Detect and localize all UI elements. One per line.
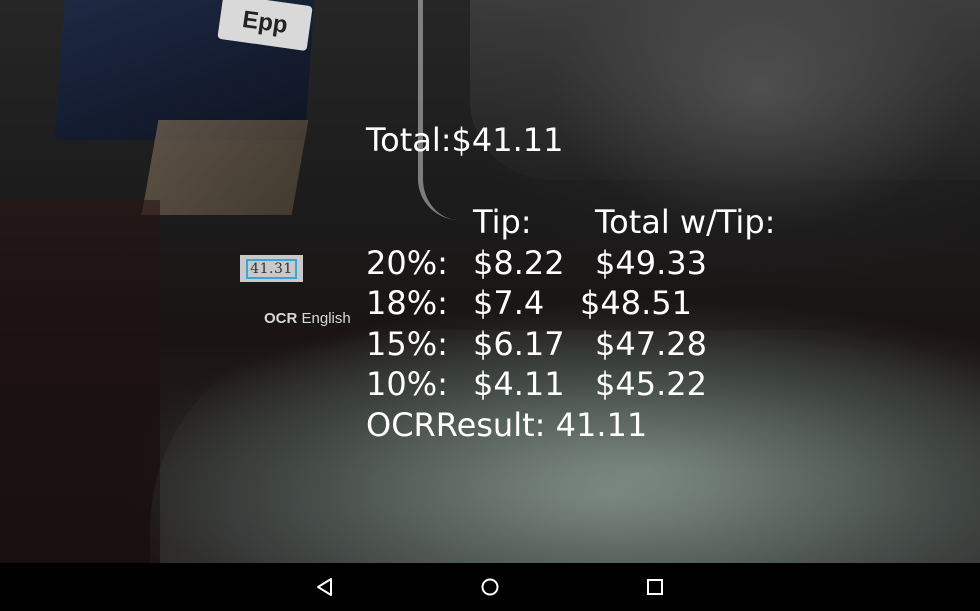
tip-column-header: Tip: — [473, 203, 532, 241]
ocr-result-text: OCRResult: 41.11 — [366, 406, 648, 444]
camera-paper-object — [141, 120, 309, 215]
home-circle-icon — [481, 578, 499, 596]
ocr-thumbnail: 41.31 — [240, 255, 303, 282]
ocr-thumbnail-text: 41.31 — [246, 258, 297, 279]
tip-row-tip: $8.22 — [473, 244, 565, 282]
recents-button[interactable] — [640, 573, 670, 601]
navigation-bar — [0, 563, 980, 611]
tip-row-tip: $4.11 — [473, 365, 565, 403]
tip-row-tip: $7.4 — [473, 284, 545, 322]
back-triangle-icon — [317, 578, 332, 596]
camera-surface-region — [150, 330, 980, 563]
tip-row-total: $49.33 — [595, 244, 707, 282]
tip-row-total: $47.28 — [595, 325, 707, 363]
home-button[interactable] — [475, 573, 505, 601]
tip-row-tip: $6.17 — [473, 325, 565, 363]
tip-row-percent: 15%: — [366, 325, 448, 363]
total-amount: Total:$41.11 — [366, 121, 564, 159]
tip-row-percent: 18%: — [366, 284, 448, 322]
ocr-caption-language: English — [297, 310, 351, 327]
tip-row-total: $48.51 — [580, 284, 692, 322]
app-screen: Epp 41.31 OCR English Total:$41.11 Tip: … — [0, 0, 980, 611]
ocr-caption-label: OCR — [264, 310, 298, 327]
recents-square-icon — [647, 579, 663, 595]
ocr-language-caption: OCR English — [264, 310, 351, 327]
total-with-tip-column-header: Total w/Tip: — [595, 203, 776, 241]
camera-dark-region — [0, 200, 160, 563]
tip-row-percent: 10%: — [366, 365, 448, 403]
camera-cable-object — [418, 0, 459, 220]
tip-row-total: $45.22 — [595, 365, 707, 403]
back-button[interactable] — [310, 573, 340, 601]
tip-row-percent: 20%: — [366, 244, 448, 282]
